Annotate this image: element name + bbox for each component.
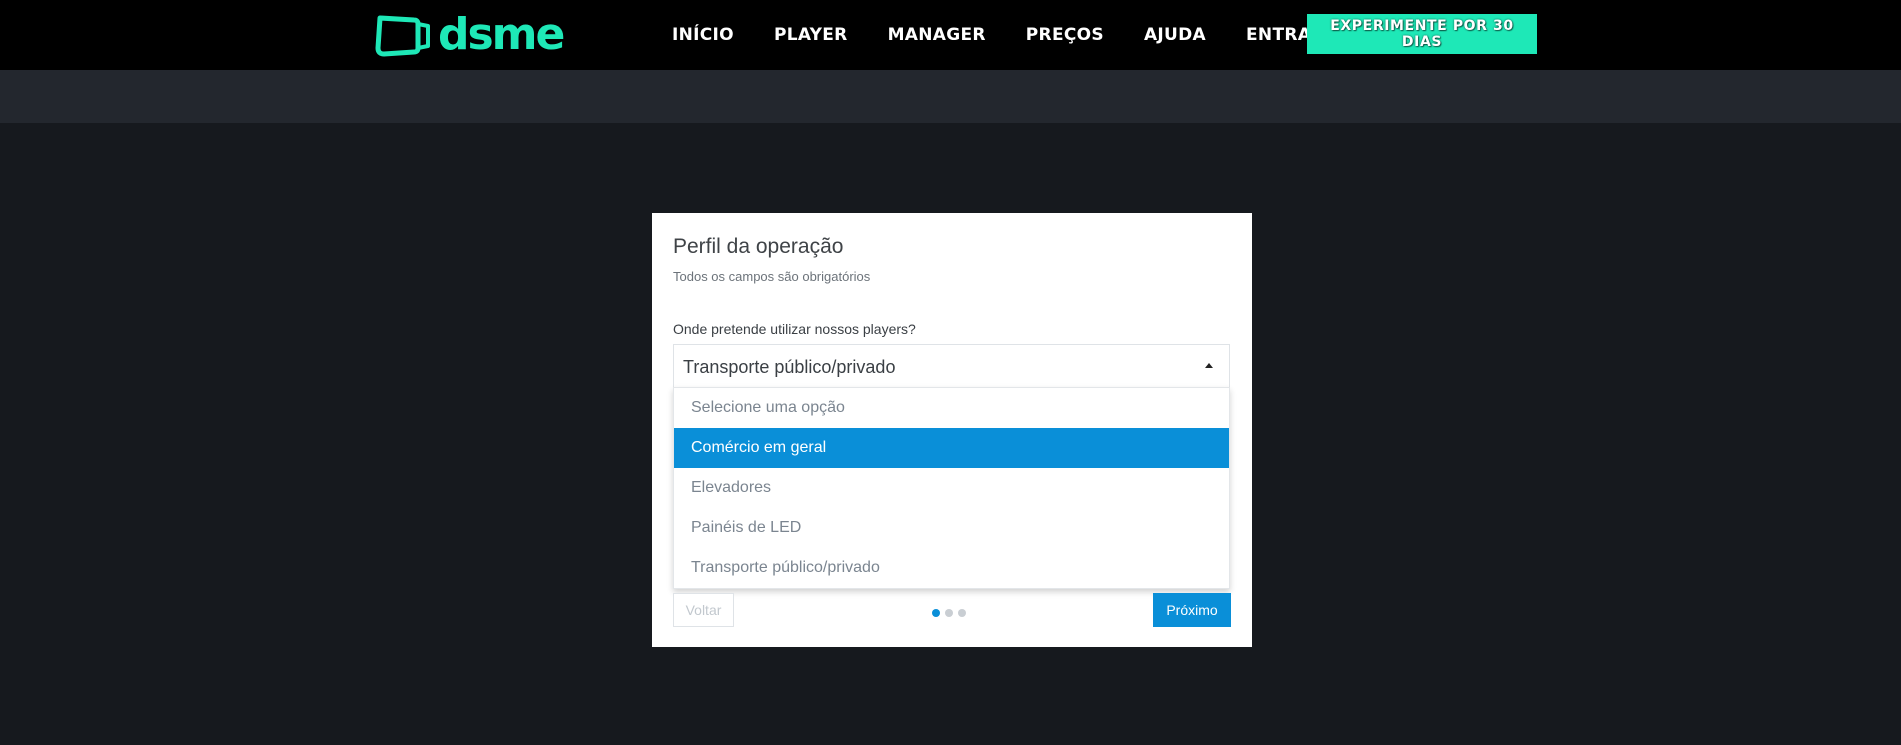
nav-player[interactable]: PLAYER [774, 25, 848, 45]
operation-profile-card: Perfil da operação Todos os campos são o… [652, 213, 1252, 647]
nav-inicio[interactable]: INÍCIO [672, 25, 734, 45]
logo-text: dsme [438, 9, 565, 60]
usage-question-label: Onde pretende utilizar nossos players? [673, 321, 916, 337]
main-nav: INÍCIO PLAYER MANAGER PREÇOS AJUDA ENTRA… [652, 0, 1345, 70]
dropdown-option[interactable]: Painéis de LED [674, 508, 1229, 548]
dropdown-option[interactable]: Selecione uma opção [674, 388, 1229, 428]
nav-precos[interactable]: PREÇOS [1026, 25, 1104, 45]
next-button[interactable]: Próximo [1153, 593, 1231, 627]
sub-header-bar [0, 70, 1901, 123]
dropdown-option[interactable]: Elevadores [674, 468, 1229, 508]
logo-link[interactable]: dsme [374, 9, 565, 60]
card-title: Perfil da operação [673, 235, 844, 258]
step-dot-1 [932, 609, 940, 617]
card-subtitle: Todos os campos são obrigatórios [673, 269, 871, 284]
caret-up-icon [1205, 363, 1213, 368]
dropdown-option-highlighted[interactable]: Comércio em geral [674, 428, 1229, 468]
step-dot-2 [945, 609, 953, 617]
nav-manager[interactable]: MANAGER [888, 25, 986, 45]
usage-select-value: Transporte público/privado [683, 357, 896, 377]
nav-ajuda[interactable]: AJUDA [1144, 25, 1206, 45]
usage-select[interactable]: Transporte público/privado [673, 344, 1230, 387]
top-navbar: dsme INÍCIO PLAYER MANAGER PREÇOS AJUDA … [0, 0, 1901, 70]
screen-logo-icon [375, 15, 430, 57]
usage-dropdown-list: Selecione uma opção Comércio em geral El… [673, 387, 1230, 589]
step-indicator [932, 609, 971, 617]
step-dot-3 [958, 609, 966, 617]
dropdown-option[interactable]: Transporte público/privado [674, 548, 1229, 588]
trial-button[interactable]: EXPERIMENTE POR 30 DIAS [1307, 14, 1537, 54]
back-button[interactable]: Voltar [673, 593, 734, 627]
